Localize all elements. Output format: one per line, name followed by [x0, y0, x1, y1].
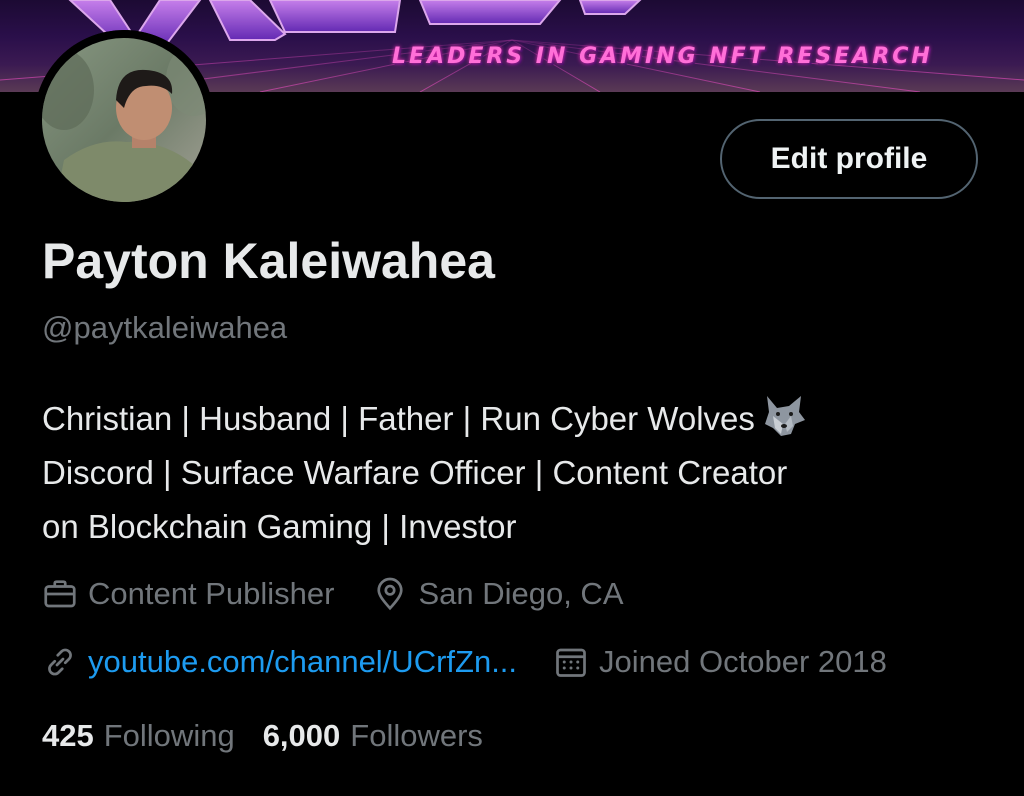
wolf-emoji — [764, 396, 805, 436]
follow-stats: 425 Following 6,000 Followers — [42, 718, 483, 754]
briefcase-icon — [44, 580, 76, 608]
category-label: Content Publisher — [88, 576, 335, 611]
followers-count: 6,000 — [262, 718, 341, 753]
edit-profile-button[interactable]: Edit profile — [720, 119, 978, 199]
avatar[interactable] — [34, 30, 214, 210]
bio-line-text: Christian | Husband | Father | Run Cyber… — [42, 400, 755, 437]
calendar-icon — [556, 648, 586, 677]
username-handle: @paytkaleiwahea — [42, 310, 288, 345]
followers-label: Followers — [350, 718, 483, 753]
profile-bio: Christian | Husband | Father | Run Cyber… — [42, 392, 1002, 554]
profile-photo — [34, 30, 214, 210]
location-pin-icon — [377, 577, 404, 611]
joined-label: Joined October 2018 — [599, 644, 887, 679]
bio-line: on Blockchain Gaming | Investor — [42, 508, 517, 545]
link-icon — [48, 648, 72, 676]
bio-line: Christian | Husband | Father | Run Cyber… — [42, 392, 1002, 446]
website: youtube.com/channel/UCrfZn... — [42, 644, 517, 680]
website-link[interactable]: youtube.com/channel/UCrfZn... — [88, 644, 517, 680]
location-label: San Diego, CA — [418, 576, 624, 611]
following-stat[interactable]: 425 Following — [42, 718, 235, 754]
join-date: Joined October 2018 — [553, 644, 887, 680]
followers-stat[interactable]: 6,000 Followers — [263, 718, 483, 754]
professional-category: Content Publisher — [42, 576, 334, 612]
banner-tagline: LEADERS IN GAMING NFT RESEARCH — [392, 44, 933, 69]
display-name: Payton Kaleiwahea — [42, 233, 495, 289]
following-count: 425 — [42, 718, 94, 753]
bio-line: Discord | Surface Warfare Officer | Cont… — [42, 454, 788, 491]
following-label: Following — [103, 718, 235, 753]
location: San Diego, CA — [372, 576, 624, 612]
profile-meta-row: youtube.com/channel/UCrfZn... Joined Oct… — [42, 644, 887, 680]
profile-meta-row: Content Publisher San Diego, CA — [42, 576, 624, 612]
